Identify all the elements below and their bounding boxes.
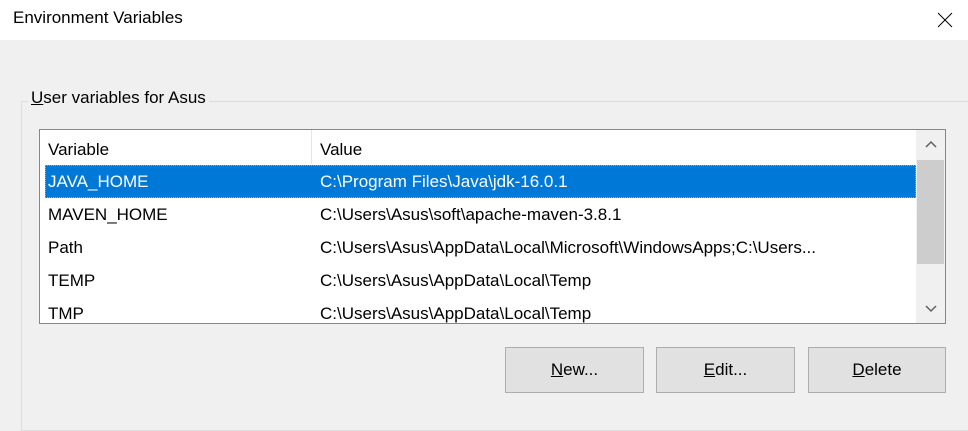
variable-cell: JAVA_HOME [48, 172, 149, 191]
value-cell: C:\Users\Asus\AppData\Local\Temp [320, 271, 592, 290]
variable-cell: Path [48, 238, 83, 257]
delete-button[interactable]: Delete [808, 347, 946, 393]
chevron-down-icon [924, 305, 937, 313]
table-row[interactable]: Path C:\Users\Asus\AppData\Local\Microsof… [40, 231, 916, 264]
scroll-down-button[interactable] [916, 295, 945, 323]
title-bar: Environment Variables [0, 0, 968, 40]
vertical-scrollbar[interactable] [916, 130, 945, 323]
column-header-variable[interactable]: Variable [40, 130, 312, 164]
table-row[interactable]: TEMP C:\Users\Asus\AppData\Local\Temp [40, 264, 916, 297]
value-cell: C:\Users\Asus\soft\apache-maven-3.8.1 [320, 205, 622, 224]
close-icon [937, 12, 953, 28]
table-row[interactable]: MAVEN_HOME C:\Users\Asus\soft\apache-mave… [40, 198, 916, 231]
window-title: Environment Variables [13, 8, 183, 27]
variable-cell: TMP [48, 304, 84, 323]
user-variables-list[interactable]: Variable Value JAVA_HOME C:\Program Files… [39, 129, 946, 324]
user-variables-group-label: User variables for Asus [28, 88, 209, 108]
value-cell: C:\Users\Asus\AppData\Local\Microsoft\Wi… [320, 238, 816, 257]
scroll-up-button[interactable] [916, 130, 945, 158]
variable-cell: TEMP [48, 271, 96, 290]
scroll-thumb[interactable] [917, 160, 944, 264]
new-button[interactable]: New... [505, 347, 644, 393]
list-rows: JAVA_HOME C:\Program Files\Java\jdk-16.0.… [40, 165, 916, 323]
column-header-value[interactable]: Value [312, 130, 916, 164]
value-cell: C:\Users\Asus\AppData\Local\Temp [320, 304, 592, 323]
variable-cell: MAVEN_HOME [48, 205, 168, 224]
table-row[interactable]: TMP C:\Users\Asus\AppData\Local\Temp [40, 297, 916, 323]
list-header: Variable Value [40, 130, 916, 164]
edit-button[interactable]: Edit... [656, 347, 795, 393]
table-row[interactable]: JAVA_HOME C:\Program Files\Java\jdk-16.0.… [40, 165, 916, 198]
close-button[interactable] [922, 0, 968, 40]
chevron-up-icon [924, 140, 937, 148]
value-cell: C:\Program Files\Java\jdk-16.0.1 [320, 172, 568, 191]
